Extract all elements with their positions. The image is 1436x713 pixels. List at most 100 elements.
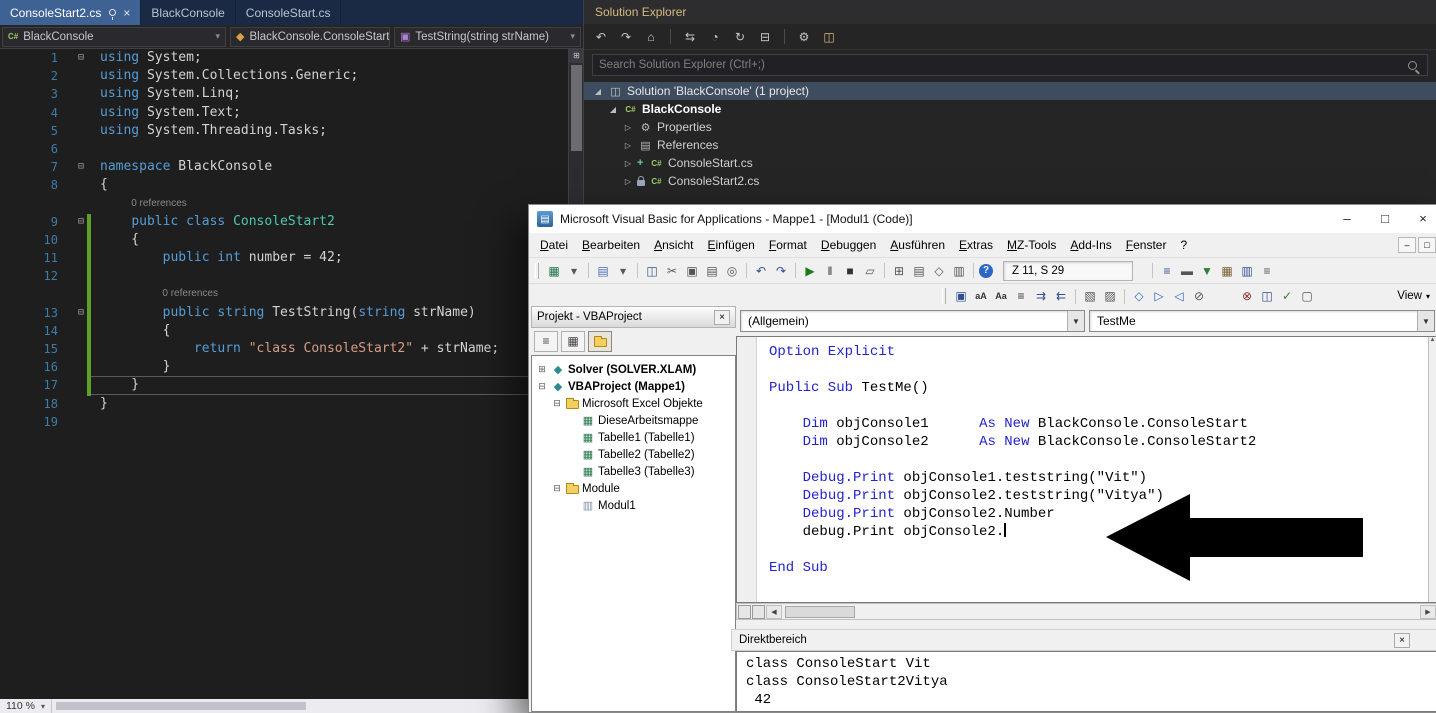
- line-numbers-icon[interactable]: ≡: [1158, 262, 1176, 280]
- project-item-microsoft-excel-objekte[interactable]: ⊟Microsoft Excel Objekte: [532, 395, 735, 412]
- project-explorer-icon[interactable]: ⊞: [890, 262, 908, 280]
- object-browser-icon[interactable]: ◇: [930, 262, 948, 280]
- parameter-info-icon[interactable]: Aa: [992, 287, 1010, 305]
- navbar-combo[interactable]: ▣TestString(string strName)▾: [394, 27, 581, 47]
- editor-tab-consolestart-cs[interactable]: ConsoleStart.cs: [236, 0, 342, 25]
- navbar-combo[interactable]: ◆BlackConsole.ConsoleStart2▾: [230, 27, 390, 47]
- object-dropdown[interactable]: (Allgemein) ▼: [740, 310, 1085, 332]
- copy-icon[interactable]: ▣: [683, 262, 701, 280]
- check-icon[interactable]: ✓: [1278, 287, 1296, 305]
- expanded-icon[interactable]: ◢: [607, 105, 619, 114]
- refresh-icon[interactable]: ↻: [731, 28, 749, 46]
- scroll-right-icon[interactable]: ▶: [1420, 605, 1436, 619]
- line-number[interactable]: 11: [0, 249, 58, 267]
- scroll-left-icon[interactable]: ◀: [766, 605, 782, 619]
- line-number[interactable]: 13: [0, 304, 58, 322]
- collapsed-icon[interactable]: ▷: [622, 123, 634, 132]
- view-code-button[interactable]: ≡: [534, 331, 558, 352]
- complete-word-icon[interactable]: aA: [972, 287, 990, 305]
- indent-icon[interactable]: ⇉: [1032, 287, 1050, 305]
- menu-extras[interactable]: Extras: [952, 238, 1000, 252]
- save-icon[interactable]: ◫: [643, 262, 661, 280]
- toggle-bookmark-icon[interactable]: ◇: [1130, 287, 1148, 305]
- line-number[interactable]: 17: [0, 376, 58, 394]
- properties-icon[interactable]: ⚙: [795, 28, 813, 46]
- line-number[interactable]: 18: [0, 395, 58, 413]
- line-number[interactable]: 8: [0, 176, 58, 194]
- project-item-tabelle1-tabelle1[interactable]: ▦Tabelle1 (Tabelle1): [532, 429, 735, 446]
- project-item-tabelle3-tabelle3[interactable]: ▦Tabelle3 (Tabelle3): [532, 463, 735, 480]
- back-icon[interactable]: ↶: [592, 28, 610, 46]
- close-icon[interactable]: ×: [714, 310, 730, 325]
- pin-icon[interactable]: [109, 9, 116, 16]
- scrollbar-thumb[interactable]: [571, 65, 582, 151]
- line-number[interactable]: 7: [0, 158, 58, 176]
- collapse-region-icon[interactable]: ⊟: [58, 213, 90, 231]
- collapsed-icon[interactable]: ▷: [622, 177, 634, 186]
- reset-icon[interactable]: ■: [841, 262, 859, 280]
- minimize-button[interactable]: –: [1328, 205, 1366, 233]
- toolbar-grip[interactable]: [942, 288, 946, 304]
- project-item-module[interactable]: ⊟Module: [532, 480, 735, 497]
- undo-icon[interactable]: ↶: [752, 262, 770, 280]
- switch-views-icon[interactable]: ⇆: [681, 28, 699, 46]
- project-item-tabelle2-tabelle2[interactable]: ▦Tabelle2 (Tabelle2): [532, 446, 735, 463]
- vs-code-editor[interactable]: 1⊟using System;2using System.Collections…: [0, 49, 568, 699]
- comment-block-icon[interactable]: ▧: [1081, 287, 1099, 305]
- navbar-combo[interactable]: C#BlackConsole▾: [2, 27, 226, 47]
- uncomment-block-icon[interactable]: ▨: [1101, 287, 1119, 305]
- bookmark-menu-icon[interactable]: ▼: [1198, 262, 1216, 280]
- zoom-control[interactable]: 110 % ▾: [0, 699, 52, 713]
- menu-mz-tools[interactable]: MZ-Tools: [1000, 238, 1063, 252]
- line-number[interactable]: 6: [0, 140, 58, 158]
- error-list-icon[interactable]: ⊗: [1238, 287, 1256, 305]
- preview-selected-icon[interactable]: ◫: [820, 28, 838, 46]
- project-item-diesearbeitsmappe[interactable]: ▦DieseArbeitsmappe: [532, 412, 735, 429]
- tree-item-blackconsole[interactable]: ◢C#BlackConsole: [584, 100, 1436, 118]
- line-number[interactable]: 3: [0, 85, 58, 103]
- vba-title-bar[interactable]: ▤ Microsoft Visual Basic for Application…: [529, 205, 1436, 233]
- tree-item-consolestart-cs[interactable]: ▷+C#ConsoleStart.cs: [584, 154, 1436, 172]
- project-item-solver-solver-xlam[interactable]: ⊞◆Solver (SOLVER.XLAM): [532, 361, 735, 378]
- toggle-folders-button[interactable]: [588, 331, 612, 352]
- collapse-all-icon[interactable]: ⊟: [756, 28, 774, 46]
- list-properties-icon[interactable]: ▣: [952, 287, 970, 305]
- codelens-references[interactable]: 0 references: [90, 285, 218, 303]
- line-number[interactable]: 14: [0, 322, 58, 340]
- menu-ansicht[interactable]: Ansicht: [647, 238, 700, 252]
- editor-tab-consolestart2-cs[interactable]: ConsoleStart2.cs×: [0, 0, 141, 25]
- menu-einf-gen[interactable]: Einfügen: [700, 238, 761, 252]
- line-number[interactable]: 9: [0, 213, 58, 231]
- properties-window-icon[interactable]: ▤: [910, 262, 928, 280]
- break-icon[interactable]: ‖: [821, 262, 839, 280]
- mdi-minimize-button[interactable]: –: [1398, 237, 1416, 253]
- collapse-region-icon[interactable]: ⊟: [58, 304, 90, 322]
- vba-horizontal-scrollbar[interactable]: ◀ ▶: [736, 603, 1436, 620]
- outdent-icon[interactable]: ⇇: [1052, 287, 1070, 305]
- menu-ausf-hren[interactable]: Ausführen: [883, 238, 952, 252]
- mz-tools-options-icon[interactable]: ▦: [1218, 262, 1236, 280]
- toolbox-icon[interactable]: ▥: [950, 262, 968, 280]
- collapsed-icon[interactable]: ▷: [622, 141, 634, 150]
- menu-add-ins[interactable]: Add-Ins: [1063, 238, 1118, 252]
- view-object-button[interactable]: ▦: [561, 331, 585, 352]
- maximize-button[interactable]: □: [1366, 205, 1404, 233]
- find-results-icon[interactable]: ◫: [1258, 287, 1276, 305]
- pending-changes-icon[interactable]: ◔: [706, 28, 724, 46]
- scrollbar-options-icon[interactable]: ⊞: [569, 49, 584, 63]
- run-icon[interactable]: ▶: [801, 262, 819, 280]
- help-icon[interactable]: ?: [979, 264, 993, 278]
- line-number[interactable]: 2: [0, 67, 58, 85]
- menu-fenster[interactable]: Fenster: [1119, 238, 1174, 252]
- line-number[interactable]: 15: [0, 340, 58, 358]
- horizontal-scrollbar-thumb[interactable]: [56, 702, 306, 710]
- project-item-modul1[interactable]: ▥Modul1: [532, 497, 735, 514]
- statistics-icon[interactable]: ▥: [1238, 262, 1256, 280]
- next-bookmark-icon[interactable]: ▷: [1150, 287, 1168, 305]
- previous-bookmark-icon[interactable]: ◁: [1170, 287, 1188, 305]
- menu-datei[interactable]: Datei: [533, 238, 575, 252]
- expander-icon[interactable]: ⊟: [551, 483, 563, 494]
- close-button[interactable]: ×: [1404, 205, 1436, 233]
- split-box[interactable]: [738, 605, 751, 619]
- forward-icon[interactable]: ↷: [617, 28, 635, 46]
